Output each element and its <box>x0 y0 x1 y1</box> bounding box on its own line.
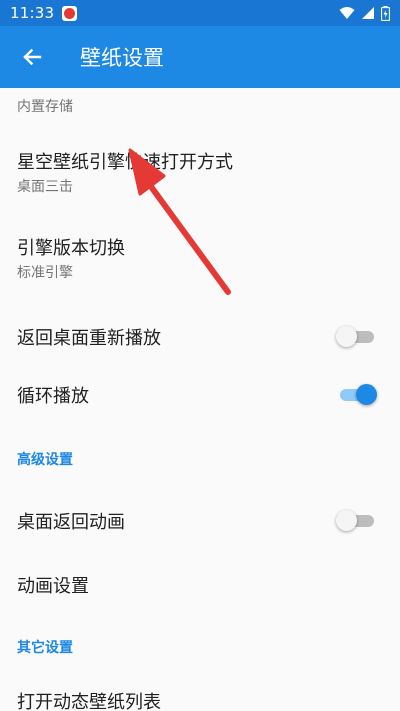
desktop-return-anim-toggle[interactable] <box>336 510 376 531</box>
app-bar: 壁纸设置 <box>0 26 400 88</box>
loop-play-toggle[interactable] <box>340 384 377 405</box>
signal-icon <box>362 7 374 19</box>
status-bar: 11:33 <box>0 0 400 26</box>
desktop-return-anim-setting[interactable]: 桌面返回动画 <box>0 490 400 548</box>
setting-title: 打开动态壁纸列表 <box>17 692 161 711</box>
open-live-list-item[interactable]: 打开动态壁纸列表 <box>0 676 400 711</box>
app-badge-icon <box>62 5 78 21</box>
battery-icon <box>381 5 390 21</box>
setting-title: 引擎版本切换 <box>17 238 125 259</box>
wifi-icon <box>339 7 355 19</box>
storage-summary: 内置存储 <box>17 99 73 115</box>
section-header-other: 其它设置 <box>17 640 73 656</box>
setting-title: 桌面返回动画 <box>17 512 125 533</box>
back-button[interactable] <box>4 29 60 85</box>
launch-mode-setting[interactable]: 星空壁纸引擎快速打开方式 桌面三击 <box>0 134 400 216</box>
section-header-advanced: 高级设置 <box>17 452 73 468</box>
status-time: 11:33 <box>10 4 55 22</box>
setting-title: 循环播放 <box>17 386 89 407</box>
setting-title: 动画设置 <box>17 576 89 597</box>
setting-summary: 桌面三击 <box>17 179 73 195</box>
loop-play-setting[interactable]: 循环播放 <box>0 366 400 422</box>
anim-settings-item[interactable]: 动画设置 <box>0 554 400 610</box>
arrow-left-icon <box>23 48 42 66</box>
status-icons <box>339 5 390 21</box>
replay-on-return-setting[interactable]: 返回桌面重新播放 <box>0 308 400 364</box>
engine-version-setting[interactable]: 引擎版本切换 标准引擎 <box>0 220 400 300</box>
setting-summary: 标准引擎 <box>17 265 73 281</box>
setting-title: 星空壁纸引擎快速打开方式 <box>17 152 233 173</box>
replay-on-return-toggle[interactable] <box>336 326 376 347</box>
page-title: 壁纸设置 <box>80 46 164 70</box>
setting-title: 返回桌面重新播放 <box>17 328 161 349</box>
